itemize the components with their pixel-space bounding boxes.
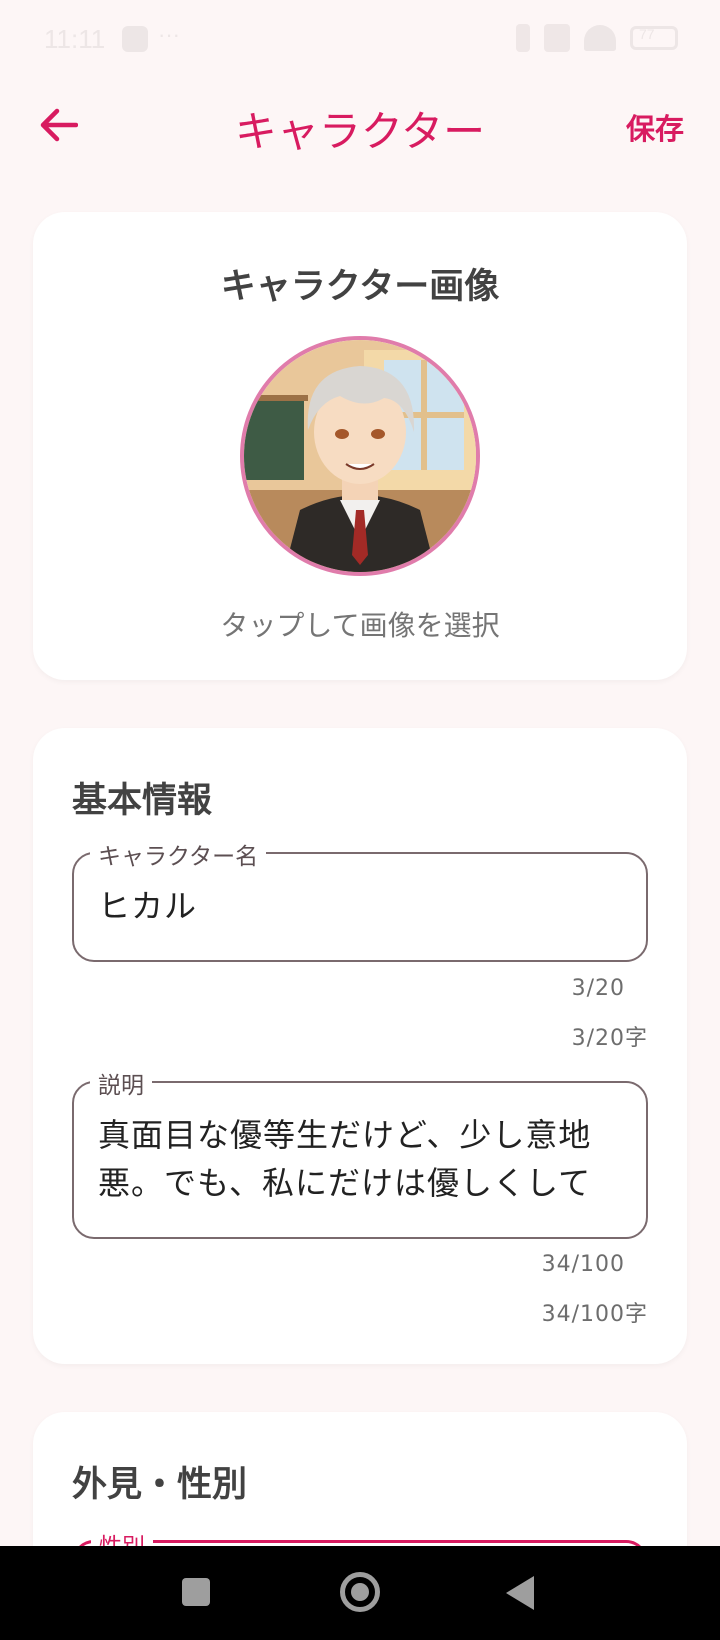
battery-level: 77 [639,26,655,42]
description-line-1: 真面目な優等生だけど、少し意地 [98,1116,592,1154]
system-nav-bar [0,1546,720,1640]
system-back-button[interactable] [506,1576,534,1610]
description-label: 説明 [90,1066,152,1100]
description-field[interactable]: 説明 真面目な優等生だけど、少し意地 悪。でも、私にだけは優しくして [72,1066,648,1239]
save-button[interactable]: 保存 [626,106,684,148]
more-notifications-indicator: ··· [158,22,180,47]
battery-icon: 77 [630,26,678,50]
notification-icon [122,26,148,52]
character-portrait [244,340,476,572]
character-name-field[interactable]: キャラクター名 ヒカル [72,837,648,962]
recents-button[interactable] [182,1578,210,1606]
sim-icon [544,24,570,52]
name-char-helper: 3/20字 [571,1026,648,1051]
character-name-label: キャラクター名 [90,837,267,871]
wifi-icon [584,25,616,51]
appearance-title: 外見・性別 [72,1465,248,1505]
name-char-counter: 3/20 [571,976,625,1001]
app-bar: キャラクター 保存 [0,80,720,170]
status-time: 11:11 [44,24,106,54]
description-char-counter: 34/100 [541,1252,625,1277]
home-button[interactable] [340,1572,380,1612]
character-avatar[interactable] [240,336,480,576]
status-icons: 77 [516,24,678,52]
character-name-value: ヒカル [98,887,198,925]
basic-info-card: 基本情報 キャラクター名 ヒカル 3/20 3/20字 説明 真面目な優等生だけ… [33,728,687,1364]
screen: 11:11 ··· 77 キャラクター 保存 キャラクター画像 タップして画像を… [0,0,720,1640]
select-image-hint: タップして画像を選択 [220,609,500,642]
description-char-helper: 34/100字 [541,1302,648,1327]
status-bar: 11:11 ··· 77 [0,0,720,80]
description-line-2: 悪。でも、私にだけは優しくして [98,1164,592,1202]
basic-info-title: 基本情報 [72,781,213,821]
page-title: キャラクター [234,107,486,156]
character-image-card: キャラクター画像 タップして画像を選択 [33,212,687,680]
character-image-title: キャラクター画像 [220,267,500,307]
bluetooth-icon [516,24,530,52]
